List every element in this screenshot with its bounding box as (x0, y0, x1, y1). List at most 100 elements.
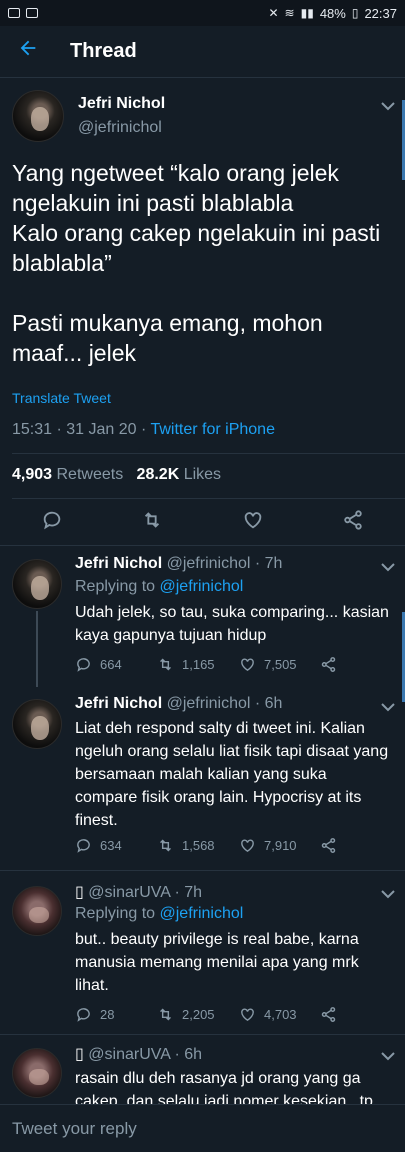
author-handle[interactable]: @jefrinichol (78, 119, 165, 137)
share-icon (321, 1007, 336, 1022)
avatar[interactable] (12, 90, 64, 142)
mention-link[interactable]: @jefrinichol (160, 578, 244, 595)
back-arrow-icon[interactable] (0, 37, 56, 66)
author-name[interactable]: Jefri Nichol (78, 95, 165, 113)
reply-tweet[interactable]: ▯ @sinarUVA · 6h rasain dlu deh rasanya … (0, 1036, 405, 1104)
reply-handle-time: @jefrinichol · 6h (166, 695, 283, 712)
reply-actions: 634 1,568 7,910 (75, 837, 375, 857)
avatar[interactable] (12, 559, 62, 609)
reply-header: ▯ @sinarUVA · 6h (75, 1044, 202, 1064)
divider (0, 870, 405, 871)
reply-count: 634 (100, 838, 122, 853)
like-button[interactable]: 7,505 (239, 656, 297, 673)
tweet-timestamp: 15:31 · 31 Jan 20 · Twitter for iPhone (12, 421, 275, 439)
reply-icon (77, 658, 90, 672)
reply-icon (77, 839, 90, 853)
retweet-icon (160, 1008, 171, 1021)
retweet-count: 2,205 (182, 1007, 215, 1022)
share-icon (321, 657, 336, 672)
wifi-icon: ≋ (284, 6, 295, 20)
clock: 22:37 (364, 5, 397, 21)
retweet-count[interactable]: 4,903 (12, 466, 52, 483)
reply-count-button[interactable]: 634 (75, 837, 122, 854)
page-title: Thread (70, 40, 137, 62)
like-icon[interactable] (241, 508, 265, 532)
retweet-button[interactable]: 1,568 (157, 837, 215, 854)
chevron-down-icon[interactable] (381, 98, 395, 114)
retweet-icon[interactable] (140, 508, 164, 532)
share-icon[interactable] (341, 508, 365, 532)
reply-author-name[interactable]: ▯ (75, 1046, 84, 1063)
reply-actions: 664 1,165 7,505 (75, 656, 375, 676)
reply-handle-time: @sinarUVA · 7h (88, 884, 203, 901)
reply-text: Liat deh respond salty di tweet ini. Kal… (75, 720, 389, 829)
retweet-label[interactable]: Retweets (57, 466, 124, 483)
reply-input[interactable]: Tweet your reply (0, 1104, 405, 1152)
like-count: 4,703 (264, 1007, 297, 1022)
share-button[interactable] (320, 656, 337, 673)
reply-icon (77, 1008, 90, 1022)
retweet-icon (160, 658, 171, 671)
like-button[interactable]: 7,910 (239, 837, 297, 854)
mute-icon: ✕ (268, 6, 279, 20)
thread-connector (36, 611, 38, 687)
reply-tweet[interactable]: Jefri Nichol @jefrinichol · 7h Replying … (0, 547, 405, 687)
mention-link[interactable]: @jefrinichol (160, 905, 244, 922)
tweet-author[interactable]: Jefri Nichol @jefrinichol (12, 90, 165, 142)
reply-count-button[interactable]: 664 (75, 656, 122, 673)
like-button[interactable]: 4,703 (239, 1006, 297, 1023)
reply-count: 28 (100, 1007, 115, 1022)
retweet-count: 1,165 (182, 657, 215, 672)
chevron-down-icon[interactable] (381, 699, 395, 715)
reply-author-name[interactable]: Jefri Nichol (75, 695, 162, 712)
reply-header: Jefri Nichol @jefrinichol · 7h (75, 555, 282, 573)
share-button[interactable] (320, 1006, 337, 1023)
replying-to: Replying to @jefrinichol (75, 578, 243, 596)
like-icon (241, 1008, 254, 1022)
reply-handle-time: @sinarUVA · 6h (88, 1046, 203, 1063)
tweet-text: Yang ngetweet “kalo orang jelek ngelakui… (12, 160, 381, 366)
reply-placeholder[interactable]: Tweet your reply (12, 1119, 137, 1139)
tweet-actions (0, 508, 405, 538)
reply-header: Jefri Nichol @jefrinichol · 6h (75, 695, 282, 713)
divider (12, 453, 405, 454)
avatar[interactable] (12, 699, 62, 749)
tweet-source-link[interactable]: Twitter for iPhone (150, 421, 275, 438)
chevron-down-icon[interactable] (381, 1048, 395, 1064)
reply-actions: 28 2,205 4,703 (75, 1006, 375, 1026)
replying-to: Replying to @jefrinichol (75, 905, 243, 923)
retweet-button[interactable]: 2,205 (157, 1006, 215, 1023)
replying-prefix: Replying to (75, 578, 160, 595)
translate-tweet-link[interactable]: Translate Tweet (12, 390, 111, 406)
chevron-down-icon[interactable] (381, 886, 395, 902)
retweet-count: 1,568 (182, 838, 215, 853)
tweet-stats: 4,903 Retweets 28.2K Likes (12, 466, 221, 484)
reply-icon[interactable] (40, 508, 64, 532)
retweet-button[interactable]: 1,165 (157, 656, 215, 673)
avatar[interactable] (12, 1048, 62, 1098)
retweet-icon (160, 839, 171, 852)
reply-text: but.. beauty privilege is real babe, kar… (75, 931, 359, 994)
reply-text: rasain dlu deh rasanya jd orang yang ga … (75, 1070, 373, 1104)
chevron-down-icon[interactable] (381, 559, 395, 575)
like-label[interactable]: Likes (184, 466, 221, 483)
like-count: 7,505 (264, 657, 297, 672)
like-count[interactable]: 28.2K (137, 466, 180, 483)
tweet-time: 15:31 · 31 Jan 20 · (12, 421, 151, 438)
share-button[interactable] (320, 837, 337, 854)
reply-header: ▯ @sinarUVA · 7h (75, 882, 202, 902)
reply-handle-time: @jefrinichol · 7h (166, 555, 283, 572)
top-bar: Thread (0, 26, 405, 78)
reply-author-name[interactable]: Jefri Nichol (75, 555, 162, 572)
monitor-icon (26, 8, 38, 18)
replying-prefix: Replying to (75, 905, 160, 922)
reply-author-name[interactable]: ▯ (75, 884, 84, 901)
reply-tweet[interactable]: ▯ @sinarUVA · 7h Replying to @jefrinicho… (0, 874, 405, 1024)
signal-icon: ▮▮ (300, 6, 314, 20)
avatar[interactable] (12, 886, 62, 936)
reply-tweet[interactable]: Jefri Nichol @jefrinichol · 6h Liat deh … (0, 687, 405, 867)
reply-count-button[interactable]: 28 (75, 1006, 114, 1023)
image-icon (8, 8, 20, 18)
like-count: 7,910 (264, 838, 297, 853)
reply-count: 664 (100, 657, 122, 672)
